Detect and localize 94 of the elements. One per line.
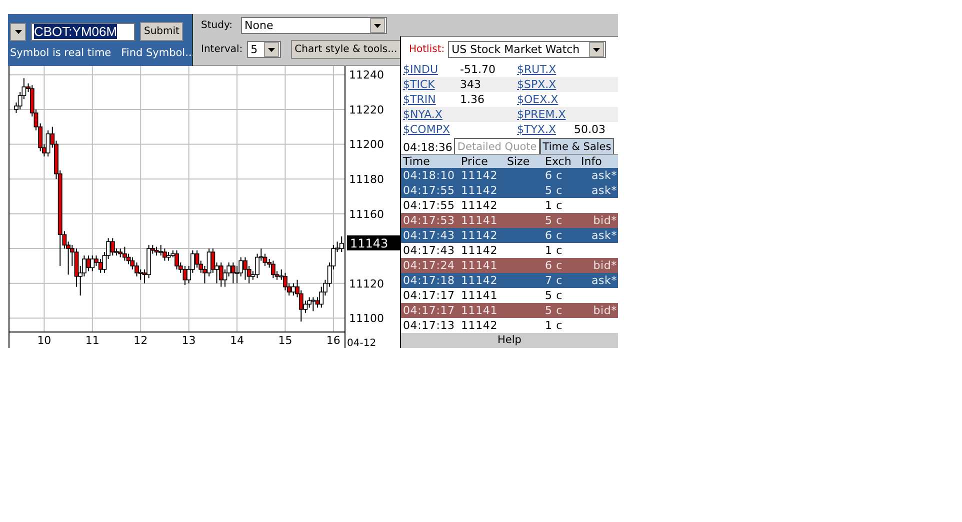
symbol-link[interactable]: $RUT.X	[517, 63, 556, 76]
table-cell-text: 5 c	[544, 183, 564, 198]
table-cell-text: 1 c	[544, 318, 564, 333]
axis-label: 11100	[349, 312, 384, 326]
hotlist-label: Hotlist:	[409, 44, 445, 55]
axis-label: 11120	[349, 277, 384, 290]
table-cell-text: ask*	[590, 183, 618, 198]
table-cell-text: 04:17:17	[402, 303, 456, 318]
axis-label: 12	[134, 334, 148, 347]
study-label: Study:	[201, 20, 233, 31]
table-cell-text: ask*	[590, 168, 618, 183]
interval-label: Interval:	[201, 44, 243, 55]
table-cell-text: 04:17:17	[402, 288, 456, 303]
table-cell-text: 11141	[460, 213, 498, 228]
table-cell-text: 6 c	[544, 228, 564, 243]
dropdown-button[interactable]	[10, 22, 26, 40]
submit-button[interactable]: Submit	[140, 22, 184, 41]
symbol-link[interactable]: $COMPX	[403, 123, 450, 136]
table-cell-text: 04:18:10	[402, 168, 456, 183]
table-cell-text: 04:17:43	[402, 243, 456, 258]
dropdown-arrow-icon	[268, 48, 275, 52]
column-header: Size	[506, 155, 531, 168]
axis-label: 16	[326, 334, 340, 347]
quote-value: 343	[460, 78, 481, 91]
axis-label: 11220	[349, 103, 384, 116]
study-dropdown[interactable]: None	[240, 17, 387, 34]
table-cell-text: 1 c	[544, 243, 564, 258]
symbol-link[interactable]: $NYA.X	[403, 108, 442, 121]
axis-label: 11160	[349, 208, 384, 221]
symbol-link[interactable]: $INDU	[403, 63, 438, 76]
table-cell-text: 11142	[460, 318, 498, 333]
quote-time: 04:18:36	[402, 141, 454, 154]
symbol-link[interactable]: $TRIN	[403, 93, 436, 106]
table-cell-text: bid*	[592, 258, 618, 273]
table-cell-text: 04:17:18	[402, 273, 456, 288]
table-cell-text: 11142	[460, 243, 498, 258]
table-cell-text: ask*	[590, 228, 618, 243]
table-cell-text: 11142	[460, 183, 498, 198]
table-cell-text: bid*	[592, 303, 618, 318]
interval-dropdown[interactable]: 5	[246, 41, 281, 58]
hotlist-dropdown[interactable]: US Stock Market Watch	[448, 41, 606, 58]
dropdown-arrow-icon	[592, 48, 600, 52]
axis-label: 15	[278, 334, 292, 347]
table-cell-text: 5 c	[544, 303, 564, 318]
chart-style-button[interactable]: Chart style & tools...	[290, 40, 402, 59]
table-cell-text: 6 c	[544, 168, 564, 183]
table-cell-text: 11142	[460, 228, 498, 243]
table-cell-text: 7 c	[544, 273, 564, 288]
table-cell-text: 11141	[460, 303, 498, 318]
table-cell-text: 11142	[460, 273, 498, 288]
quote-value: 1.36	[460, 93, 484, 106]
table-cell-text: 04:17:53	[402, 213, 456, 228]
table-cell-text: 04:17:43	[402, 228, 456, 243]
tab[interactable]: Time & Sales	[540, 138, 614, 154]
quote-value: 50.03	[574, 123, 606, 136]
find-symbol-link[interactable]: Find Symbol...	[121, 47, 196, 59]
table-cell-text: 04:17:13	[402, 318, 456, 333]
table-cell-text: ask*	[590, 273, 618, 288]
symbol-link[interactable]: $SPX.X	[517, 78, 556, 91]
axis-label: 10	[37, 334, 52, 347]
table-cell-text: 11142	[460, 198, 498, 213]
symbol-link[interactable]: $PREM.X	[517, 108, 566, 121]
table-cell-text: 5 c	[544, 213, 564, 228]
axis-label: 11	[85, 334, 100, 347]
dropdown-arrow-icon	[374, 24, 381, 28]
axis-label: 11200	[349, 138, 384, 152]
column-header: Info	[580, 155, 603, 168]
quote-value: -51.70	[460, 63, 496, 76]
axis-label: 13	[182, 334, 196, 347]
symbol-link[interactable]: $TICK	[403, 78, 435, 91]
last-price-label: 11143	[347, 235, 400, 250]
table-cell-text: 6 c	[544, 258, 564, 273]
dropdown-arrow-icon	[14, 30, 22, 34]
symbol-link[interactable]: $TYX.X	[517, 123, 556, 136]
column-header: Price	[460, 155, 489, 168]
table-cell-text: 04:17:55	[402, 183, 456, 198]
table-cell-text: 11141	[460, 258, 498, 273]
table-cell-text: 5 c	[544, 288, 564, 303]
table-cell-text: 04:17:24	[402, 258, 456, 273]
help-link[interactable]: Help	[401, 333, 618, 348]
table-cell-text: bid*	[592, 213, 618, 228]
column-header: Exch	[544, 155, 572, 168]
symbol-link[interactable]: $OEX.X	[517, 93, 558, 106]
axis-label: 14	[230, 334, 244, 347]
axis-label: 11180	[349, 173, 384, 186]
axis-label: 11240	[349, 68, 384, 82]
table-cell-text: 11142	[460, 168, 498, 183]
table-cell-text: 04:17:55	[402, 198, 456, 213]
table-cell-text: 1 c	[544, 198, 564, 213]
symbol-field[interactable]: CBOT:YM06M	[31, 22, 135, 40]
status-text: Symbol is real time	[10, 47, 112, 59]
column-header: Time	[402, 155, 431, 168]
date-label: 04-12	[347, 338, 376, 348]
table-cell-text: 11141	[460, 288, 498, 303]
